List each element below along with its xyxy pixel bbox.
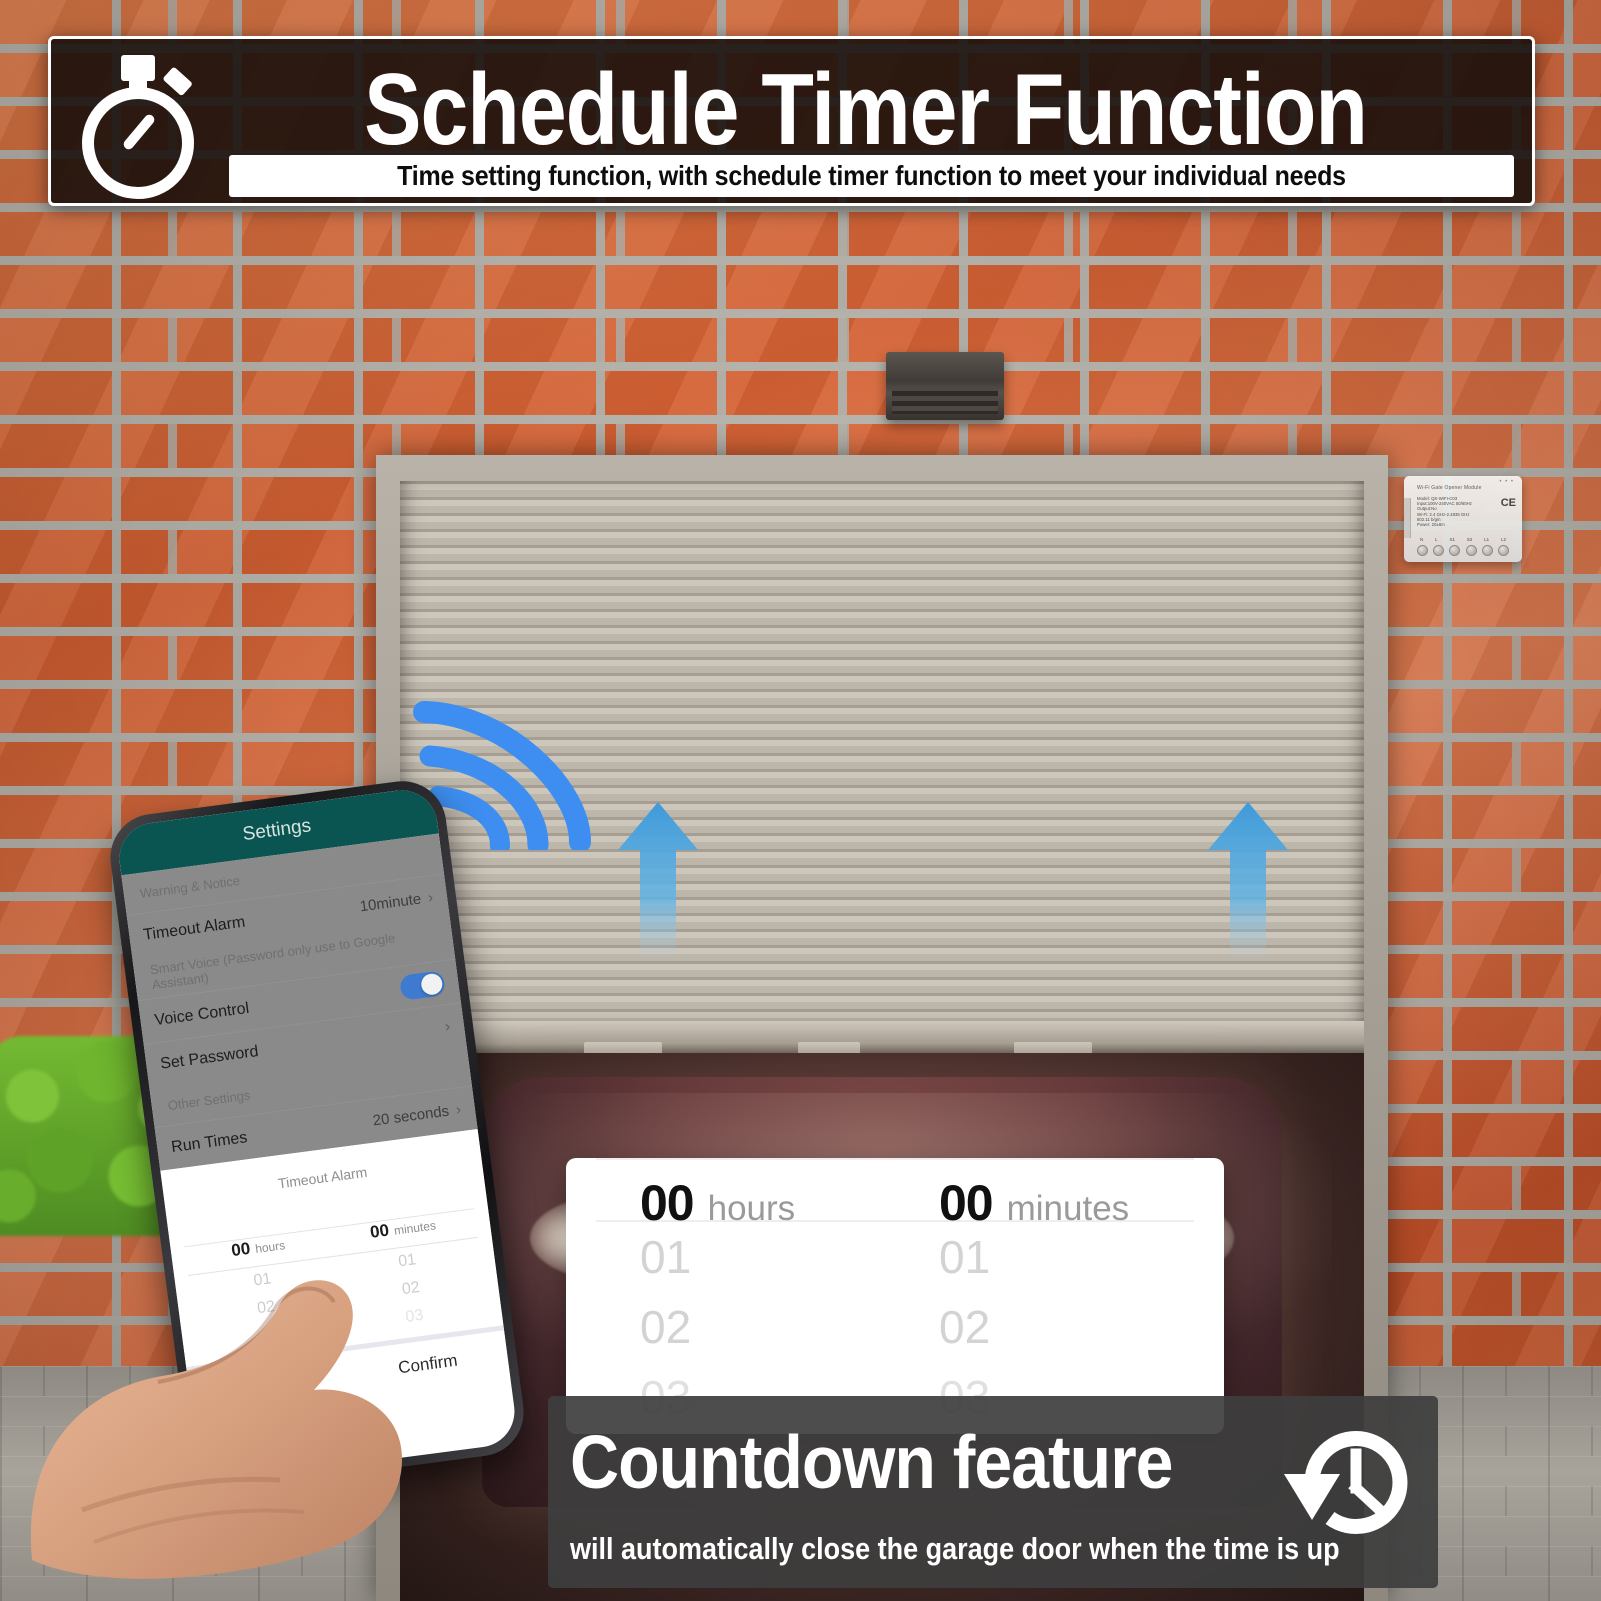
countdown-banner: Countdown feature will automatically clo… (548, 1396, 1438, 1588)
terminal-label: L1 (1484, 537, 1490, 542)
module-title: Wi-Fi Gate Opener Module (1417, 485, 1482, 491)
setting-value: 10minute (358, 890, 423, 916)
stopwatch-icon (77, 51, 199, 199)
clock-rotate-left-icon (1272, 1412, 1424, 1552)
callout-hours-unit: hours (707, 1189, 796, 1228)
minutes-unit: minutes (393, 1218, 437, 1238)
wifi-gate-opener-module: • • • Wi-Fi Gate Opener Module Model: QS… (1404, 476, 1522, 562)
callout-hours-selected: 00 hours (596, 1158, 895, 1231)
callout-minutes-option[interactable]: 01 (895, 1222, 1194, 1292)
cancel-button[interactable]: Cancel (189, 1365, 350, 1406)
terminal-screw (1432, 545, 1444, 556)
wall-vent (886, 352, 1004, 420)
confirm-button[interactable]: Confirm (347, 1344, 508, 1385)
arrow-up-icon (616, 800, 700, 960)
header-banner: Schedule Timer Function Time setting fun… (48, 36, 1535, 206)
hours-value: 00 (230, 1238, 252, 1261)
poster-canvas: • • • Wi-Fi Gate Opener Module Model: QS… (0, 0, 1601, 1601)
callout-hours-option[interactable]: 02 (596, 1292, 895, 1362)
module-side-rail (1404, 498, 1411, 538)
callout-minutes-selected: 00 minutes (895, 1158, 1194, 1231)
countdown-title: Countdown feature (570, 1421, 1174, 1505)
setting-value: 20 seconds (371, 1102, 451, 1130)
hours-picker-column[interactable]: 00 hours 01 02 03 (184, 1227, 344, 1363)
minutes-value: 00 (368, 1220, 391, 1242)
callout-minutes-unit: minutes (1006, 1189, 1130, 1228)
page-title: Schedule Timer Function (364, 53, 1368, 167)
minutes-picker-column[interactable]: 00 minutes 01 02 03 (329, 1208, 489, 1344)
app-title: Settings (241, 815, 313, 846)
callout-hours-option[interactable]: 01 (596, 1222, 895, 1292)
callout-minutes-option[interactable]: 02 (895, 1292, 1194, 1362)
header-subtitle: Time setting function, with schedule tim… (397, 159, 1346, 192)
header-subtitle-box: Time setting function, with schedule tim… (229, 155, 1514, 197)
terminal-screw (1449, 545, 1461, 556)
chevron-right-icon: › (426, 888, 435, 907)
module-terminal-block: N L S1 S2 L1 L2 (1414, 537, 1512, 559)
callout-hours-column[interactable]: 00 hours 01 02 03 (596, 1158, 895, 1432)
terminal-label: S2 (1466, 537, 1473, 542)
module-screws (1414, 545, 1512, 556)
terminal-label: N (1419, 537, 1424, 542)
terminal-screw (1465, 545, 1477, 556)
callout-minutes-column[interactable]: 00 minutes 01 02 03 (895, 1158, 1194, 1432)
time-picker-sheet: Timeout Alarm 00 hours 01 02 03 00 minut… (160, 1128, 511, 1420)
voice-control-toggle[interactable] (398, 970, 446, 1001)
module-ce-mark: CE (1500, 497, 1516, 509)
terminal-label: L2 (1501, 537, 1506, 542)
module-terminal-labels: N L S1 S2 L1 L2 (1414, 537, 1512, 542)
terminal-screw (1498, 545, 1510, 556)
terminal-screw (1481, 545, 1493, 556)
terminal-label: S1 (1449, 537, 1455, 542)
callout-picker-row: 00 hours 01 02 03 00 minutes 01 02 03 (566, 1158, 1224, 1432)
terminal-screw (1416, 545, 1428, 556)
time-picker-callout[interactable]: 00 hours 01 02 03 00 minutes 01 02 03 (566, 1158, 1224, 1434)
arrow-up-icon (1206, 800, 1290, 960)
chevron-right-icon: › (443, 1017, 452, 1036)
terminal-label: L (1435, 537, 1438, 542)
hours-unit: hours (254, 1238, 286, 1256)
settings-list: Warning & Notice Timeout Alarm 10minute … (121, 833, 478, 1171)
chevron-right-icon: › (454, 1101, 463, 1119)
module-specs: Model: QS-WIFI-C03 Input:100V-240VAC 50/… (1417, 496, 1472, 528)
shutter-bottom-rail (400, 1021, 1364, 1053)
